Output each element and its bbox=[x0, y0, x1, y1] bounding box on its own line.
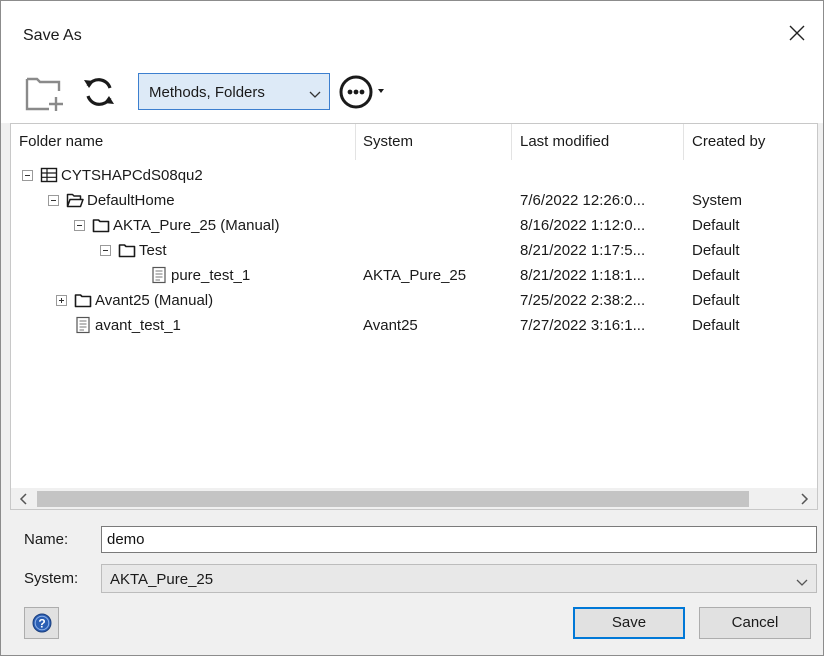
save-button[interactable]: Save bbox=[573, 607, 685, 639]
tree-item-name: DefaultHome bbox=[87, 192, 175, 209]
tree-item-last-modified: 7/27/2022 3:16:1... bbox=[520, 317, 646, 334]
tree-item-last-modified: 7/6/2022 12:26:0... bbox=[520, 192, 646, 209]
column-divider[interactable] bbox=[683, 124, 684, 160]
new-folder-icon[interactable] bbox=[23, 69, 69, 115]
chevron-down-icon bbox=[309, 87, 321, 98]
scrollbar-thumb[interactable] bbox=[37, 491, 749, 507]
tree-row-avant-test-1[interactable]: avant_test_1 Avant25 7/27/2022 3:16:1...… bbox=[11, 313, 817, 338]
column-header-created-by[interactable]: Created by bbox=[692, 133, 765, 150]
method-file-icon bbox=[74, 316, 92, 334]
tree-item-name: pure_test_1 bbox=[171, 267, 251, 284]
system-select-value: AKTA_Pure_25 bbox=[110, 571, 214, 588]
tree-item-name: Avant25 (Manual) bbox=[95, 292, 214, 309]
tree-item-name: CYTSHAPCdS08qu2 bbox=[61, 167, 203, 184]
dialog-title: Save As bbox=[23, 27, 82, 44]
cancel-button[interactable]: Cancel bbox=[699, 607, 811, 639]
chevron-down-icon bbox=[796, 575, 808, 586]
name-field[interactable] bbox=[101, 526, 817, 553]
folder-list[interactable]: Folder name System Last modified Created… bbox=[10, 123, 818, 510]
tree-item-name: avant_test_1 bbox=[95, 317, 181, 334]
tree-row-pure-test-1[interactable]: pure_test_1 AKTA_Pure_25 8/21/2022 1:18:… bbox=[11, 263, 817, 288]
tree-item-system: Avant25 bbox=[363, 317, 418, 334]
scroll-right-icon[interactable] bbox=[797, 491, 811, 507]
close-icon[interactable] bbox=[785, 21, 809, 45]
tree-row-akta-pure-25-manual[interactable]: AKTA_Pure_25 (Manual) 8/16/2022 1:12:0..… bbox=[11, 213, 817, 238]
tree-item-name: AKTA_Pure_25 (Manual) bbox=[113, 217, 280, 234]
title-bar: Save As bbox=[1, 1, 823, 61]
view-filter-value: Methods, Folders bbox=[149, 84, 265, 101]
collapse-toggle[interactable] bbox=[74, 220, 85, 231]
tree-row-defaulthome[interactable]: DefaultHome 7/6/2022 12:26:0... System bbox=[11, 188, 817, 213]
database-icon bbox=[40, 166, 58, 184]
column-header-last-modified[interactable]: Last modified bbox=[520, 133, 609, 150]
tree-item-last-modified: 7/25/2022 2:38:2... bbox=[520, 292, 646, 309]
scroll-left-icon[interactable] bbox=[17, 491, 31, 507]
open-folder-icon bbox=[66, 191, 84, 209]
column-divider[interactable] bbox=[355, 124, 356, 160]
name-label: Name: bbox=[24, 531, 69, 548]
tree-row-test[interactable]: Test 8/21/2022 1:17:5... Default bbox=[11, 238, 817, 263]
collapse-toggle[interactable] bbox=[48, 195, 59, 206]
help-button[interactable]: ? bbox=[24, 607, 59, 639]
tree-item-system: AKTA_Pure_25 bbox=[363, 267, 467, 284]
tree-item-last-modified: 8/21/2022 1:18:1... bbox=[520, 267, 646, 284]
view-filter-select[interactable]: Methods, Folders bbox=[138, 73, 330, 110]
column-header-folder-name[interactable]: Folder name bbox=[19, 133, 103, 150]
column-divider[interactable] bbox=[511, 124, 512, 160]
collapse-toggle[interactable] bbox=[22, 170, 33, 181]
tree-item-name: Test bbox=[139, 242, 167, 259]
tree-item-created-by: Default bbox=[692, 317, 740, 334]
horizontal-scrollbar[interactable] bbox=[10, 488, 818, 510]
system-select[interactable]: AKTA_Pure_25 bbox=[101, 564, 817, 593]
tree-item-last-modified: 8/21/2022 1:17:5... bbox=[520, 242, 646, 259]
refresh-icon[interactable] bbox=[80, 74, 118, 110]
column-header-system[interactable]: System bbox=[363, 133, 413, 150]
tree-item-created-by: Default bbox=[692, 217, 740, 234]
folder-icon bbox=[74, 291, 92, 309]
folder-icon bbox=[92, 216, 110, 234]
more-options-icon[interactable] bbox=[335, 72, 401, 112]
tree-item-created-by: System bbox=[692, 192, 743, 209]
expand-toggle[interactable] bbox=[56, 295, 67, 306]
help-icon: ? bbox=[32, 613, 52, 633]
svg-text:?: ? bbox=[38, 617, 45, 631]
save-as-dialog: Save As Methods, Folders Folder name Sys… bbox=[0, 0, 824, 656]
collapse-toggle[interactable] bbox=[100, 245, 111, 256]
tree-item-last-modified: 8/16/2022 1:12:0... bbox=[520, 217, 646, 234]
list-header: Folder name System Last modified Created… bbox=[11, 124, 817, 160]
system-label: System: bbox=[24, 570, 79, 587]
method-file-icon bbox=[150, 266, 168, 284]
folder-icon bbox=[118, 241, 136, 259]
toolbar: Methods, Folders bbox=[1, 61, 823, 123]
tree-row-avant25-manual[interactable]: Avant25 (Manual) 7/25/2022 2:38:2... Def… bbox=[11, 288, 817, 313]
tree-item-created-by: Default bbox=[692, 242, 740, 259]
tree-item-created-by: Default bbox=[692, 292, 740, 309]
tree-row-cytshapcds08qu2[interactable]: CYTSHAPCdS08qu2 bbox=[11, 163, 817, 188]
tree-item-created-by: Default bbox=[692, 267, 740, 284]
